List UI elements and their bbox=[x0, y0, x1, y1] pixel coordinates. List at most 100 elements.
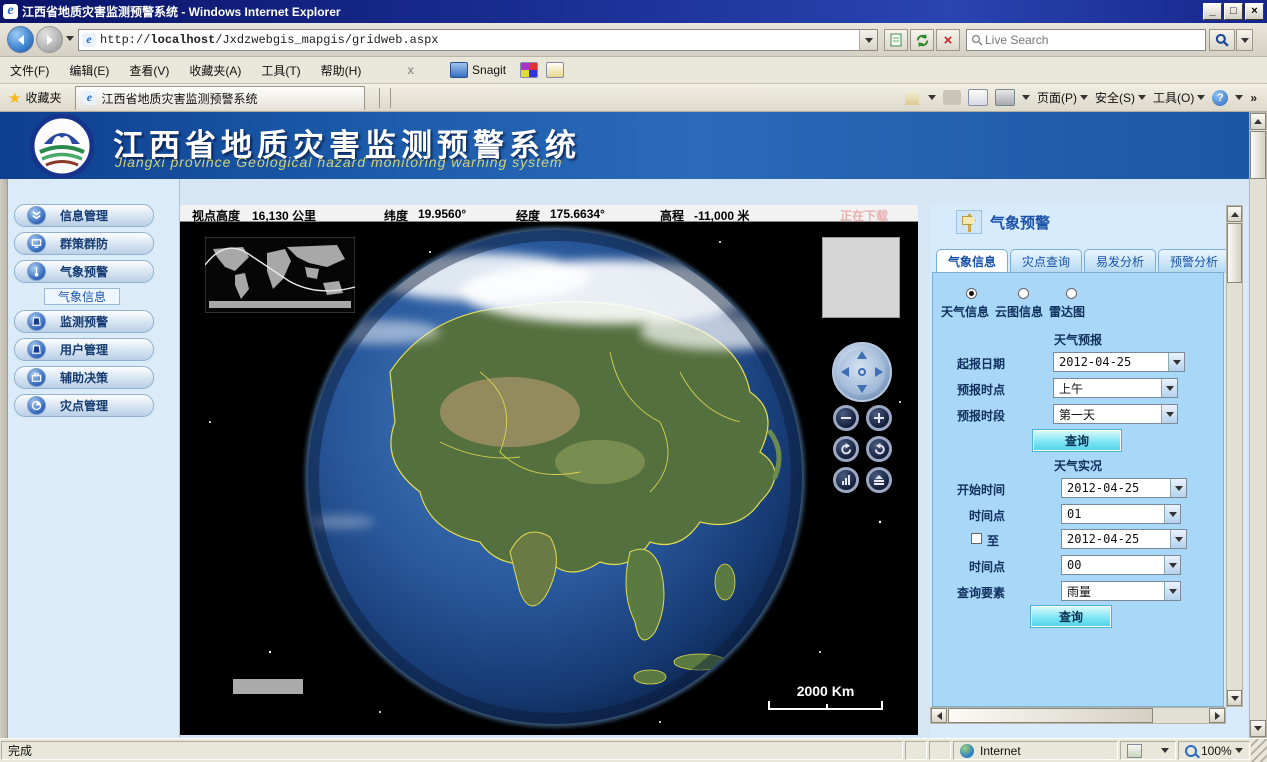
sidebar-subitem-weather-info[interactable]: 气象信息 bbox=[44, 288, 120, 305]
radio-label-weather[interactable]: 天气信息 bbox=[941, 303, 989, 320]
menu-help[interactable]: 帮助(H) bbox=[311, 58, 372, 83]
pan-right-icon[interactable] bbox=[875, 367, 883, 377]
live-start-combo[interactable]: 2012-04-25 bbox=[1061, 478, 1187, 498]
combo-arrow-icon[interactable] bbox=[1164, 582, 1180, 600]
resize-grip[interactable] bbox=[1251, 739, 1267, 762]
horizon-button[interactable] bbox=[866, 467, 892, 493]
panel-horizontal-scrollbar[interactable] bbox=[930, 707, 1226, 724]
zoom-dropdown[interactable] bbox=[1235, 748, 1243, 753]
recent-pages-dropdown[interactable] bbox=[66, 36, 74, 41]
forecast-query-button[interactable]: 查询 bbox=[1033, 430, 1121, 451]
tab-susceptibility-analysis[interactable]: 易发分析 bbox=[1084, 249, 1156, 273]
menu-edit[interactable]: 编辑(E) bbox=[59, 58, 119, 83]
until-checkbox[interactable] bbox=[971, 533, 982, 544]
menu-favorites[interactable]: 收藏夹(A) bbox=[179, 58, 251, 83]
page-vertical-scrollbar[interactable] bbox=[1249, 112, 1267, 738]
live-end-hour-combo[interactable]: 00 bbox=[1061, 555, 1181, 575]
tilt-bars-button[interactable] bbox=[833, 467, 859, 493]
zoom-out-button[interactable] bbox=[833, 405, 859, 431]
query-element-combo[interactable]: 雨量 bbox=[1061, 581, 1181, 601]
page-menu[interactable]: 页面(P) bbox=[1037, 89, 1088, 106]
forecast-date-combo[interactable]: 2012-04-25 bbox=[1053, 352, 1185, 372]
help-dropdown[interactable] bbox=[1235, 95, 1243, 100]
pan-down-icon[interactable] bbox=[857, 385, 867, 393]
tab-weather-info[interactable]: 气象信息 bbox=[936, 249, 1008, 273]
live-hour-combo[interactable]: 01 bbox=[1061, 504, 1181, 524]
forecast-time-combo[interactable]: 上午 bbox=[1053, 378, 1178, 398]
favorites-star-icon[interactable]: ★ bbox=[8, 89, 21, 107]
rss-icon[interactable] bbox=[943, 90, 961, 105]
close-button[interactable]: × bbox=[1245, 3, 1264, 20]
snagit-button[interactable]: Snagit bbox=[444, 60, 512, 80]
sidebar-item-decision-support[interactable]: 辅助决策 bbox=[14, 366, 154, 389]
combo-arrow-icon[interactable] bbox=[1170, 530, 1186, 548]
combo-arrow-icon[interactable] bbox=[1161, 405, 1177, 423]
combo-arrow-icon[interactable] bbox=[1170, 479, 1186, 497]
pan-left-icon[interactable] bbox=[841, 367, 849, 377]
forward-button[interactable] bbox=[36, 26, 63, 53]
live-end-combo[interactable]: 2012-04-25 bbox=[1061, 529, 1187, 549]
world-overview-inset[interactable] bbox=[205, 237, 355, 313]
combo-arrow-icon[interactable] bbox=[1168, 353, 1184, 371]
tools-menu[interactable]: 工具(O) bbox=[1153, 89, 1205, 106]
toolbar-close-button[interactable]: x bbox=[399, 63, 422, 77]
address-bar[interactable]: e http://localhost/Jxdzwebgis_mapgis/gri… bbox=[78, 29, 878, 51]
combo-arrow-icon[interactable] bbox=[1164, 505, 1180, 523]
search-box[interactable] bbox=[966, 29, 1206, 51]
maximize-button[interactable]: □ bbox=[1224, 3, 1243, 20]
search-options-dropdown[interactable] bbox=[1236, 29, 1253, 51]
address-dropdown-button[interactable] bbox=[859, 30, 877, 50]
page-tab[interactable]: e 江西省地质灾害监测预警系统 bbox=[75, 86, 365, 110]
rotate-left-button[interactable] bbox=[833, 436, 859, 462]
mail-icon[interactable] bbox=[968, 89, 988, 106]
radio-label-radar[interactable]: 雷达图 bbox=[1049, 303, 1085, 320]
overflow-chevron[interactable]: » bbox=[1250, 91, 1257, 105]
search-input[interactable] bbox=[983, 32, 1187, 48]
pan-center-icon[interactable] bbox=[858, 368, 866, 376]
radio-cloud-image[interactable] bbox=[1018, 288, 1029, 299]
pan-up-icon[interactable] bbox=[857, 351, 867, 359]
menu-tools[interactable]: 工具(T) bbox=[251, 58, 310, 83]
zoom-in-button[interactable] bbox=[866, 405, 892, 431]
print-icon[interactable] bbox=[995, 89, 1015, 106]
help-icon[interactable]: ? bbox=[1212, 90, 1228, 106]
sidebar-item-mass-prevention[interactable]: 群策群防 bbox=[14, 232, 154, 255]
radio-radar-image[interactable] bbox=[1066, 288, 1077, 299]
sidebar-item-info-management[interactable]: 信息管理 bbox=[14, 204, 154, 227]
protected-mode-dropdown[interactable] bbox=[1161, 748, 1169, 753]
combo-arrow-icon[interactable] bbox=[1161, 379, 1177, 397]
sidebar-item-user-management[interactable]: 用户管理 bbox=[14, 338, 154, 361]
sidebar-item-hazard-point-management[interactable]: 灾点管理 bbox=[14, 394, 154, 417]
radio-weather-info[interactable] bbox=[966, 288, 977, 299]
compass-box[interactable] bbox=[822, 237, 900, 318]
print-dropdown[interactable] bbox=[1022, 95, 1030, 100]
back-button[interactable] bbox=[7, 26, 34, 53]
pan-control[interactable] bbox=[832, 342, 892, 402]
snagit-capture-icon[interactable] bbox=[520, 62, 538, 78]
panel-vertical-scrollbar[interactable] bbox=[1226, 205, 1243, 707]
stop-button[interactable]: × bbox=[936, 29, 960, 51]
radio-label-cloud[interactable]: 云图信息 bbox=[995, 303, 1043, 320]
menu-file[interactable]: 文件(F) bbox=[0, 58, 59, 83]
refresh-button[interactable] bbox=[910, 29, 934, 51]
sidebar-item-weather-warning[interactable]: 气象预警 bbox=[14, 260, 154, 283]
search-go-button[interactable] bbox=[1209, 29, 1235, 51]
protected-mode-cell[interactable] bbox=[1120, 741, 1176, 760]
combo-arrow-icon[interactable] bbox=[1164, 556, 1180, 574]
live-query-button[interactable]: 查询 bbox=[1031, 606, 1111, 627]
home-icon[interactable] bbox=[903, 90, 921, 105]
safety-menu[interactable]: 安全(S) bbox=[1095, 89, 1146, 106]
globe-map-view[interactable]: 视点高度 16,130 公里 纬度 19.9560° 经度 175.6634° … bbox=[180, 205, 918, 735]
rotate-right-button[interactable] bbox=[866, 436, 892, 462]
tab-hazard-query[interactable]: 灾点查询 bbox=[1010, 249, 1082, 273]
menu-view[interactable]: 查看(V) bbox=[119, 58, 179, 83]
zoom-control[interactable]: 100% bbox=[1178, 741, 1250, 760]
sidebar-item-monitoring-warning[interactable]: 监测预警 bbox=[14, 310, 154, 333]
snagit-editor-icon[interactable] bbox=[546, 62, 564, 78]
favorites-button[interactable]: 收藏夹 bbox=[25, 89, 61, 106]
forecast-period-combo[interactable]: 第一天 bbox=[1053, 404, 1178, 424]
home-dropdown[interactable] bbox=[928, 95, 936, 100]
minimize-button[interactable]: _ bbox=[1203, 3, 1222, 20]
tab-warning-analysis[interactable]: 预警分析 bbox=[1158, 249, 1230, 273]
compatibility-view-button[interactable] bbox=[884, 29, 908, 51]
